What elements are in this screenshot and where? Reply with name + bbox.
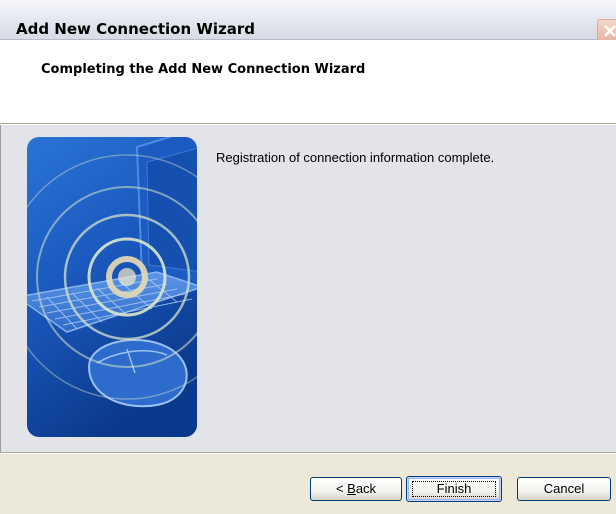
back-accelerator: B xyxy=(347,481,356,496)
title-bar[interactable]: Add New Connection Wizard xyxy=(0,0,616,41)
wizard-header: Completing the Add New Connection Wizard xyxy=(0,40,616,123)
window-title: Add New Connection Wizard xyxy=(16,20,256,38)
close-button[interactable] xyxy=(597,19,616,41)
wizard-window: Add New Connection Wizard Completing the… xyxy=(0,0,616,514)
cancel-label: Cancel xyxy=(543,481,585,496)
close-icon xyxy=(604,25,616,37)
completion-message: Registration of connection information c… xyxy=(216,150,495,165)
back-label-rest: ack xyxy=(355,481,377,496)
finish-button[interactable]: Finish xyxy=(406,476,502,502)
cancel-button[interactable]: Cancel xyxy=(517,477,611,501)
wireless-laptop-illustration xyxy=(27,137,197,437)
page-heading: Completing the Add New Connection Wizard xyxy=(41,62,366,77)
finish-label: Finish xyxy=(436,481,472,496)
back-prefix: < xyxy=(335,481,348,496)
back-button[interactable]: < Back xyxy=(310,477,402,501)
